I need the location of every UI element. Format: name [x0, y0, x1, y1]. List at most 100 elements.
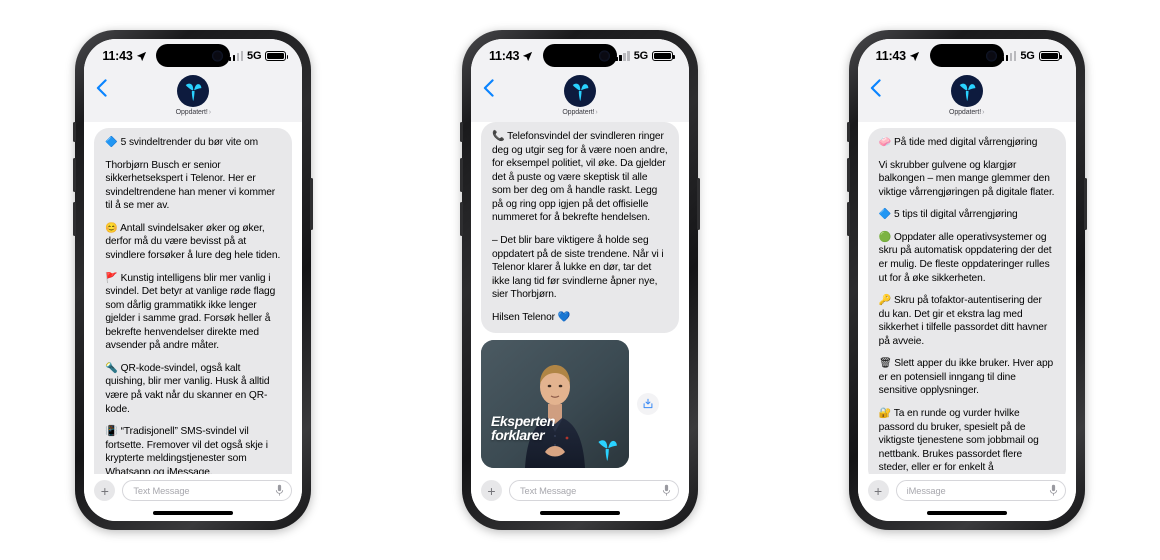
- video-caption-line-1: Eksperten: [490, 412, 556, 429]
- share-save-icon[interactable]: [636, 393, 659, 416]
- avatar[interactable]: [177, 75, 210, 107]
- media-attachment-row: Eksperten forklarer: [480, 340, 679, 469]
- battery-icon: [651, 50, 675, 62]
- chevron-right-icon: ›: [982, 109, 985, 116]
- battery-icon: [1038, 50, 1062, 62]
- status-time-group: 11:43: [489, 49, 533, 63]
- location-arrow-icon: [909, 51, 920, 61]
- status-time: 11:43: [102, 49, 133, 63]
- contact-name-group[interactable]: Oppdatert! ›: [949, 109, 984, 116]
- avatar[interactable]: [563, 75, 596, 107]
- chat-header: Oppdatert! ›: [84, 73, 303, 122]
- plus-icon[interactable]: +: [480, 480, 502, 501]
- home-indicator[interactable]: [84, 505, 303, 521]
- power-button[interactable]: [696, 178, 700, 230]
- message-input-placeholder: iMessage: [906, 485, 946, 496]
- message-thread[interactable]: 🧼 På tide med digital vårrengjøring Vi s…: [857, 122, 1076, 474]
- telenor-propeller-logo: [959, 83, 976, 101]
- silent-switch[interactable]: [459, 122, 463, 142]
- status-indicators: 5G: [228, 50, 289, 62]
- volume-down-button[interactable]: [459, 202, 463, 236]
- network-label: 5G: [247, 50, 262, 62]
- home-indicator[interactable]: [470, 505, 689, 521]
- phone-1-screen: 11:43 5G Oppdatert! › 🔷 5 svindeltrender…: [84, 39, 303, 521]
- status-bar: 11:43 5G: [470, 39, 689, 73]
- share-save-glyph: [643, 399, 653, 409]
- contact-name: Oppdatert!: [948, 109, 982, 116]
- bubble-paragraph: Hilsen Telenor 💙: [491, 311, 571, 323]
- network-label: 5G: [633, 50, 648, 62]
- phone-2: 11:43 5G Oppdatert! › 📞 Telefonsvindel d…: [459, 30, 700, 530]
- telenor-propeller-logo: [598, 440, 617, 461]
- contact-name-group[interactable]: Oppdatert! ›: [562, 109, 597, 116]
- power-button[interactable]: [310, 178, 314, 230]
- message-composer: + Text Message: [470, 474, 689, 505]
- message-input[interactable]: Text Message: [508, 480, 679, 501]
- plus-icon[interactable]: +: [867, 480, 889, 501]
- status-indicators: 5G: [1001, 50, 1062, 62]
- cellular-bars-icon: [1001, 51, 1017, 61]
- network-label: 5G: [1020, 50, 1035, 62]
- front-camera-icon: [212, 50, 224, 61]
- status-indicators: 5G: [615, 50, 675, 62]
- volume-up-button[interactable]: [846, 158, 850, 192]
- dynamic-island: [542, 44, 617, 67]
- volume-down-button[interactable]: [846, 202, 850, 236]
- silent-switch[interactable]: [73, 122, 77, 142]
- volume-down-button[interactable]: [73, 202, 77, 236]
- home-indicator[interactable]: [857, 505, 1076, 521]
- video-caption-line-2: forklarer: [490, 426, 545, 443]
- chevron-right-icon: ›: [595, 109, 598, 116]
- chat-header: Oppdatert! ›: [470, 73, 689, 122]
- back-chevron-icon[interactable]: [483, 79, 494, 97]
- message-input[interactable]: iMessage: [895, 480, 1066, 501]
- message-composer: + Text Message: [84, 474, 303, 505]
- volume-up-button[interactable]: [73, 158, 77, 192]
- status-time-group: 11:43: [876, 49, 920, 63]
- message-bubble[interactable]: 🔷 5 svindeltrender du bør vite om Thorbj…: [94, 128, 293, 474]
- battery-icon: [265, 50, 289, 62]
- bubble-paragraph: 🔑 Skru på tofaktor-autentisering der du …: [878, 295, 1048, 347]
- bubble-paragraph: 🔐 Ta en runde og vurder hvilke passord d…: [878, 408, 1039, 474]
- contact-name: Oppdatert!: [175, 109, 208, 116]
- message-input[interactable]: Text Message: [122, 480, 293, 501]
- status-time: 11:43: [488, 49, 520, 63]
- bubble-paragraph: 📳 “Tradisjonell” SMS-svindel vil fortset…: [105, 426, 268, 474]
- silent-switch[interactable]: [846, 122, 850, 142]
- avatar[interactable]: [950, 75, 983, 107]
- volume-up-button[interactable]: [459, 158, 463, 192]
- microphone-icon[interactable]: [275, 484, 284, 497]
- message-bubble[interactable]: 🧼 På tide med digital vårrengjøring Vi s…: [867, 128, 1066, 474]
- bubble-paragraph: 🟢 Oppdater alle operativsystemer og skru…: [878, 231, 1052, 284]
- chat-header: Oppdatert! ›: [857, 73, 1076, 122]
- message-thread[interactable]: 📞 Telefonsvindel der svindleren ringer d…: [470, 122, 689, 474]
- bubble-paragraph: – Det blir bare viktigere å holde seg op…: [491, 234, 664, 301]
- bubble-paragraph: 🧼 På tide med digital vårrengjøring: [878, 137, 1038, 148]
- message-input-placeholder: Text Message: [133, 485, 190, 496]
- phone-3-screen: 11:43 5G Oppdatert! › 🧼 På tide med digi…: [857, 39, 1076, 521]
- chevron-right-icon: ›: [208, 109, 211, 116]
- phones-stage: 11:43 5G Oppdatert! › 🔷 5 svindeltrender…: [0, 0, 1160, 560]
- message-input-placeholder: Text Message: [519, 485, 577, 496]
- video-thumbnail[interactable]: Eksperten forklarer: [480, 340, 629, 469]
- bubble-paragraph: 🔦 QR-kode-svindel, også kalt quishing, b…: [105, 362, 270, 415]
- phone-2-screen: 11:43 5G Oppdatert! › 📞 Telefonsvindel d…: [470, 39, 689, 521]
- contact-name-group[interactable]: Oppdatert! ›: [176, 109, 211, 116]
- message-bubble[interactable]: 📞 Telefonsvindel der svindleren ringer d…: [480, 122, 679, 334]
- location-arrow-icon: [523, 51, 533, 61]
- back-chevron-icon[interactable]: [870, 79, 881, 97]
- message-thread[interactable]: 🔷 5 svindeltrender du bør vite om Thorbj…: [84, 122, 303, 474]
- power-button[interactable]: [1083, 178, 1087, 230]
- microphone-icon[interactable]: [1049, 484, 1058, 497]
- microphone-icon[interactable]: [662, 484, 671, 497]
- bubble-paragraph: Thorbjørn Busch er senior sikkerhetseksp…: [105, 159, 276, 212]
- bubble-paragraph: 🚩 Kunstig intelligens blir mer vanlig i …: [105, 272, 276, 352]
- contact-name: Oppdatert!: [562, 109, 595, 116]
- back-chevron-icon[interactable]: [96, 79, 107, 97]
- front-camera-icon: [598, 50, 610, 61]
- status-bar: 11:43 5G: [84, 39, 303, 73]
- bubble-paragraph: 🗑 Slett apper du ikke bruker. Hver app e…: [878, 358, 1054, 397]
- status-time: 11:43: [875, 49, 906, 63]
- plus-icon[interactable]: +: [94, 480, 116, 501]
- location-arrow-icon: [136, 51, 146, 61]
